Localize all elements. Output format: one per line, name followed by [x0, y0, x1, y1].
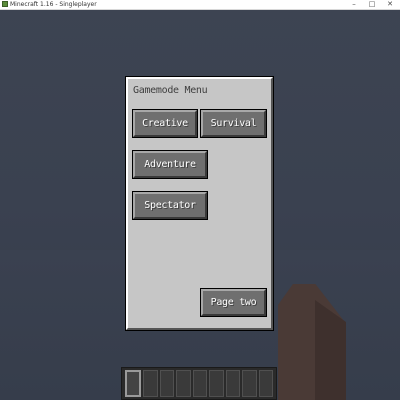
hotbar-slot-2[interactable]: [143, 370, 158, 397]
survival-button[interactable]: Survival: [201, 110, 266, 137]
creative-button[interactable]: Creative: [133, 110, 197, 137]
menu-title: Gamemode Menu: [133, 85, 208, 96]
minimize-button[interactable]: –: [346, 0, 362, 9]
hotbar-slot-9[interactable]: [258, 370, 273, 397]
adventure-button[interactable]: Adventure: [133, 151, 207, 178]
hotbar-slot-7[interactable]: [225, 370, 241, 397]
hotbar-slot-3[interactable]: [159, 370, 175, 397]
hotbar-slot-5[interactable]: [192, 370, 208, 397]
gamemode-menu-panel: Gamemode Menu Creative Survival Adventur…: [126, 77, 273, 330]
spectator-button[interactable]: Spectator: [133, 192, 207, 219]
hotbar-slot-1[interactable]: [125, 370, 142, 397]
hotbar-slot-8[interactable]: [242, 370, 257, 397]
page-two-button[interactable]: Page two: [201, 289, 266, 316]
minecraft-icon: [2, 1, 8, 7]
hotbar: [121, 367, 277, 400]
window-title: Minecraft 1.16 - Singleplayer: [10, 1, 97, 8]
maximize-button[interactable]: □: [364, 0, 380, 9]
hotbar-slot-6[interactable]: [209, 370, 224, 397]
hotbar-slot-4[interactable]: [176, 370, 191, 397]
window-title-bar: Minecraft 1.16 - Singleplayer – □ ✕: [0, 0, 400, 10]
close-button[interactable]: ✕: [382, 0, 398, 9]
